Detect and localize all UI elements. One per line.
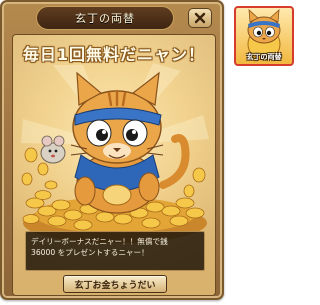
- item-label: 玄丁の両替: [246, 53, 282, 61]
- close-button[interactable]: [188, 8, 212, 28]
- message-line: 36000 をプレゼントするニャー！: [31, 248, 149, 257]
- ninja-cat: [70, 71, 190, 214]
- dialog-title: 玄丁の両替: [75, 12, 135, 25]
- screen: 玄丁の両替 毎日1回無料だニャン！ デイリーボーナスだニャー！！無償で銭 360…: [0, 0, 298, 305]
- close-icon: [194, 12, 206, 24]
- message-line: デイリーボーナスだニャー！！無償で銭: [31, 237, 168, 246]
- collect-money-button[interactable]: 玄丁お金ちょうだい: [63, 275, 167, 293]
- exchange-item-tile[interactable]: 玄丁の両替: [234, 6, 294, 66]
- headline: 毎日1回無料だニャン！: [22, 45, 206, 64]
- dialog-title-bar: 玄丁の両替: [36, 6, 174, 30]
- exchange-dialog: 玄丁の両替 毎日1回無料だニャン！ デイリーボーナスだニャー！！無償で銭 360…: [0, 0, 224, 300]
- message-box: デイリーボーナスだニャー！！無償で銭 36000 をプレゼントするニャー！: [25, 231, 205, 271]
- dialog-content: 毎日1回無料だニャン！ デイリーボーナスだニャー！！無償で銭 36000 をプレ…: [12, 34, 216, 296]
